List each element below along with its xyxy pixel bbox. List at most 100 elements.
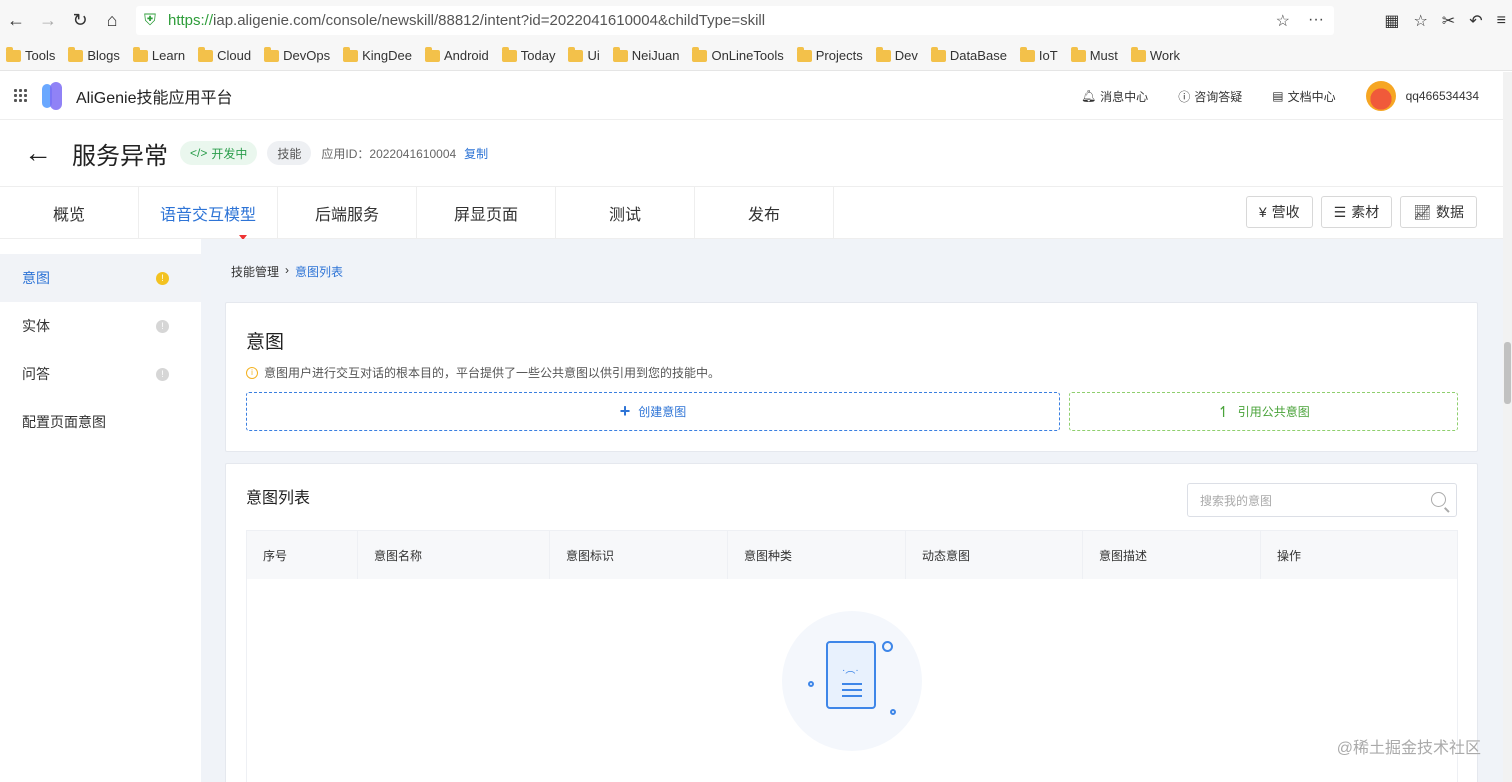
page-title: 服务异常 xyxy=(72,142,168,170)
info-icon: ! xyxy=(156,367,169,381)
apps-icon[interactable]: ▦ xyxy=(1384,11,1399,31)
bookmark-item[interactable]: Dev xyxy=(875,46,918,63)
bookmark-item[interactable]: Work xyxy=(1130,46,1180,63)
folder-icon xyxy=(343,46,359,62)
browser-toolbar: ← → ↻ ⌂ ⛨ https:// iap.aligenie.com/cons… xyxy=(0,0,1512,41)
copy-link[interactable]: 复制 xyxy=(464,145,488,162)
user-menu[interactable]: qq466534434 xyxy=(1365,81,1479,111)
tab-backend[interactable]: 后端服务 xyxy=(278,187,417,239)
bookmark-item[interactable]: DevOps xyxy=(264,46,330,63)
folder-icon xyxy=(930,46,946,62)
plus-icon: + xyxy=(619,401,631,421)
intent-hint: i 意图用户进行交互对话的根本目的，平台提供了一些公共意图以供引用到您的技能中。 xyxy=(246,364,720,381)
reload-icon[interactable]: ↻ xyxy=(64,5,96,37)
bookmark-item[interactable]: Cloud xyxy=(198,46,251,63)
info-icon: ! xyxy=(156,319,169,333)
forward-icon[interactable]: → xyxy=(32,5,64,37)
column-header: 意图描述 xyxy=(1083,531,1261,579)
main-content: 技能管理 › 意图列表 意图 i 意图用户进行交互对话的根本目的，平台提供了一些… xyxy=(201,239,1503,782)
bookmark-item[interactable]: Ui xyxy=(568,46,600,63)
sidebar-item-page-intent[interactable]: 配置页面意图 xyxy=(0,398,201,446)
app-id: 应用ID：2022041610004 xyxy=(321,146,457,161)
title-bar: ← 服务异常 </> 开发中 技能 应用ID：2022041610004 复制 xyxy=(0,120,1503,186)
menu-icon[interactable]: ≡ xyxy=(1497,12,1506,30)
folder-icon xyxy=(264,46,280,62)
username: qq466534434 xyxy=(1405,89,1479,103)
intent-card: 意图 i 意图用户进行交互对话的根本目的，平台提供了一些公共意图以供引用到您的技… xyxy=(225,302,1478,452)
cut-icon[interactable]: ✂ xyxy=(1442,11,1455,31)
bookmark-item[interactable]: Android xyxy=(424,46,489,63)
bookmark-item[interactable]: KingDee xyxy=(343,46,412,63)
bookmark-item[interactable]: Must xyxy=(1070,46,1118,63)
app-name: AliGenie技能应用平台 xyxy=(76,89,233,107)
back-icon[interactable]: ← xyxy=(0,5,32,37)
scrollbar-thumb[interactable] xyxy=(1504,342,1511,404)
search-icon[interactable] xyxy=(1431,492,1446,507)
bookmark-item[interactable]: Projects xyxy=(796,46,863,63)
intent-card-title: 意图 xyxy=(246,332,285,353)
empty-document-icon: ·︵· xyxy=(826,641,876,709)
more-icon[interactable]: ··· xyxy=(1308,11,1324,31)
folder-icon xyxy=(1070,46,1086,62)
search-input[interactable]: 搜索我的意图 xyxy=(1187,483,1457,517)
tab-screen-pages[interactable]: 屏显页面 xyxy=(417,187,556,239)
folder-icon xyxy=(424,46,440,62)
bookmark-item[interactable]: Today xyxy=(501,46,555,63)
app-grid-icon[interactable] xyxy=(14,88,28,103)
bookmark-item[interactable]: OnLineTools xyxy=(692,46,784,63)
data-button[interactable]: 📈︎ 数据 xyxy=(1400,196,1477,228)
reference-public-intent-button[interactable]: ↿ 引用公共意图 xyxy=(1069,392,1458,431)
sidebar-item-qa[interactable]: 问答! xyxy=(0,350,201,398)
breadcrumb-parent[interactable]: 技能管理 xyxy=(231,263,279,280)
app-header: AliGenie技能应用平台 🔔︎ 消息中心 ⓘ 咨询答疑 ▤ 文档中心 qq4665… xyxy=(0,72,1503,120)
folder-icon xyxy=(6,46,21,62)
message-center-link[interactable]: 🔔︎ 消息中心 xyxy=(1081,88,1148,105)
sidebar-item-entity[interactable]: 实体! xyxy=(0,302,201,350)
home-icon[interactable]: ⌂ xyxy=(96,5,128,37)
column-header: 操作 xyxy=(1277,548,1302,563)
page-scrollbar[interactable] xyxy=(1503,72,1512,782)
folder-icon xyxy=(132,46,148,62)
favorites-icon[interactable]: ☆ xyxy=(1414,11,1428,31)
tab-publish[interactable]: 发布 xyxy=(695,187,834,239)
folder-icon xyxy=(875,46,891,62)
shield-icon: ⛨ xyxy=(144,11,157,29)
folder-icon xyxy=(692,46,708,62)
revenue-button[interactable]: ¥ 营收 xyxy=(1245,196,1313,228)
tab-test[interactable]: 测试 xyxy=(556,187,695,239)
sidebar-item-intent[interactable]: 意图! xyxy=(0,254,201,302)
folder-icon xyxy=(612,46,628,62)
breadcrumb: 技能管理 › 意图列表 xyxy=(231,263,343,280)
bookmark-item[interactable]: IoT xyxy=(1019,46,1058,63)
folder-icon xyxy=(68,46,84,62)
tab-voice-model[interactable]: 语音交互模型 xyxy=(139,187,278,240)
bookmark-item[interactable]: Tools xyxy=(6,46,55,63)
star-icon[interactable]: ☆ xyxy=(1276,11,1290,31)
chevron-right-icon: › xyxy=(285,263,290,277)
intent-table: 序号 意图名称 意图标识 意图种类 动态意图 意图描述 操作 ·︵· xyxy=(246,530,1458,782)
avatar xyxy=(1365,81,1396,111)
tab-overview[interactable]: 概览 xyxy=(0,187,139,239)
undo-icon[interactable]: ↶ xyxy=(1469,11,1482,31)
intent-list-title: 意图列表 xyxy=(246,490,311,507)
bookmark-item[interactable]: NeiJuan xyxy=(612,46,679,63)
bookmark-item[interactable]: DataBase xyxy=(930,46,1007,63)
document-icon: ▤ xyxy=(1272,89,1284,103)
back-arrow-icon[interactable]: ← xyxy=(24,137,54,169)
faq-link[interactable]: ⓘ 咨询答疑 xyxy=(1178,88,1242,105)
table-header: 序号 意图名称 意图标识 意图种类 动态意图 意图描述 操作 xyxy=(247,531,1457,579)
column-header: 动态意图 xyxy=(906,531,1083,579)
folder-icon xyxy=(796,46,812,62)
column-header: 意图名称 xyxy=(358,531,550,579)
column-header: 意图标识 xyxy=(550,531,728,579)
info-icon: ! xyxy=(156,271,169,285)
assets-button[interactable]: ☰ 素材 xyxy=(1320,196,1393,228)
type-tag: 技能 xyxy=(267,141,312,165)
intent-list-card: 意图列表 搜索我的意图 序号 意图名称 意图标识 意图种类 动态意图 意图描述 … xyxy=(225,463,1478,782)
address-bar[interactable]: ⛨ https:// iap.aligenie.com/console/news… xyxy=(136,6,1334,35)
bookmark-item[interactable]: Blogs xyxy=(68,46,120,63)
question-icon: ⓘ xyxy=(1178,89,1191,104)
bookmark-item[interactable]: Learn xyxy=(132,46,185,63)
create-intent-button[interactable]: + 创建意图 xyxy=(246,392,1060,431)
docs-link[interactable]: ▤ 文档中心 xyxy=(1272,88,1335,105)
